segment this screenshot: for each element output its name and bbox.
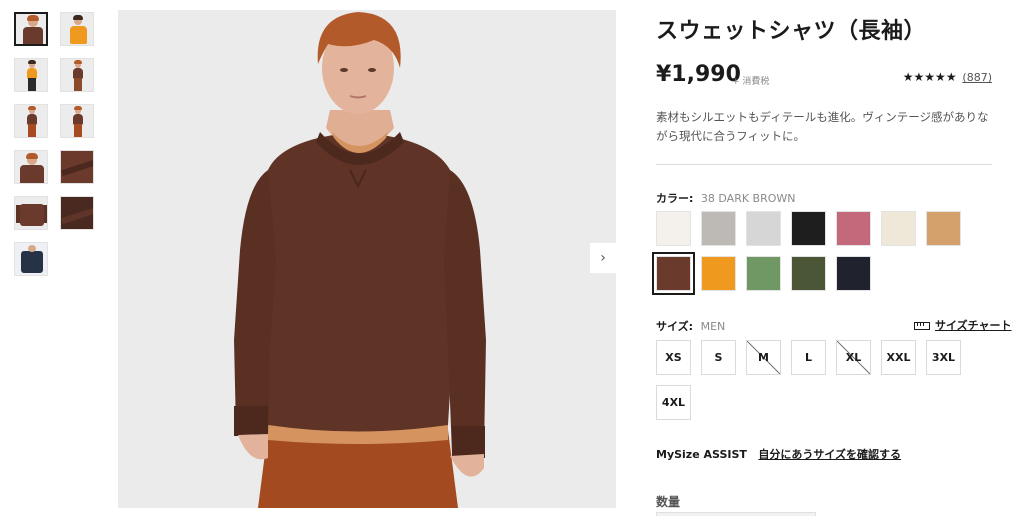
thumbnail-brown-full[interactable] — [60, 58, 94, 92]
size-option-4xl[interactable]: 4XL — [656, 385, 691, 420]
thumbnail-brown-back[interactable] — [60, 104, 94, 138]
size-chart-link[interactable]: サイズチャート — [914, 317, 1012, 333]
size-option-s[interactable]: S — [701, 340, 736, 375]
review-count-link[interactable]: (887) — [962, 71, 992, 84]
size-option-xl[interactable]: XL — [836, 340, 871, 375]
size-label: サイズ: MEN — [656, 318, 725, 334]
thumbnail-flat-lay[interactable] — [14, 196, 48, 230]
divider — [656, 164, 992, 165]
size-category: MEN — [700, 320, 726, 333]
size-option-3xl[interactable]: 3XL — [926, 340, 961, 375]
size-option-xs[interactable]: XS — [656, 340, 691, 375]
color-label: カラー: 38 DARK BROWN — [656, 190, 796, 206]
size-option-m[interactable]: M — [746, 340, 781, 375]
next-image-button[interactable]: › — [590, 243, 616, 273]
size-label-key: サイズ: — [656, 320, 694, 333]
selected-color-value: 38 DARK BROWN — [700, 192, 796, 205]
mysize-assist: MySize ASSIST 自分にあうサイズを確認する — [656, 446, 901, 462]
size-option-l[interactable]: L — [791, 340, 826, 375]
color-swatch-light-gray[interactable] — [746, 211, 781, 246]
size-option-xxl[interactable]: XXL — [881, 340, 916, 375]
product-description: 素材もシルエットもディテールも進化。ヴィンテージ感がありながら現代に合うフィット… — [656, 110, 989, 143]
rating-stars-icon: ★★★★★ — [902, 70, 957, 84]
color-swatch-black[interactable] — [791, 211, 826, 246]
thumbnail-brown-closeup[interactable] — [14, 150, 48, 184]
color-swatch-olive[interactable] — [791, 256, 826, 291]
quantity-selector[interactable] — [656, 512, 816, 516]
chevron-right-icon: › — [600, 250, 606, 266]
color-label-key: カラー: — [656, 192, 694, 205]
color-swatch-off-white[interactable] — [656, 211, 691, 246]
color-swatch-dark-brown[interactable] — [652, 252, 695, 295]
color-swatch-navy[interactable] — [836, 256, 871, 291]
color-swatch-green[interactable] — [746, 256, 781, 291]
product-rating[interactable]: ★★★★★ (887) — [892, 70, 992, 84]
thumbnail-brown-side[interactable] — [14, 104, 48, 138]
color-swatch-pink[interactable] — [836, 211, 871, 246]
color-swatch-camel[interactable] — [926, 211, 961, 246]
thumbnail-orange-full[interactable] — [14, 58, 48, 92]
color-swatch-orange[interactable] — [701, 256, 736, 291]
color-swatch-heather-gray[interactable] — [701, 211, 736, 246]
product-title: スウェットシャツ（長袖） — [656, 19, 927, 44]
thumbnail-fabric-detail[interactable] — [60, 196, 94, 230]
model-wearing-sweatshirt-illustration — [118, 10, 616, 508]
product-price: ¥1,990 — [656, 62, 741, 87]
mysize-check-link[interactable]: 自分にあうサイズを確認する — [758, 448, 901, 461]
ruler-icon — [914, 322, 930, 330]
main-product-image — [118, 10, 616, 508]
thumbnail-orange-model[interactable] — [60, 12, 94, 46]
thumbnail-sleeve-detail[interactable] — [60, 150, 94, 184]
size-chart-label: サイズチャート — [935, 319, 1012, 332]
thumbnail-front-brown[interactable] — [14, 12, 48, 46]
color-swatch-natural[interactable] — [881, 211, 916, 246]
tax-note: + 消費税 — [732, 77, 770, 87]
mysize-label: MySize ASSIST — [656, 448, 747, 461]
thumbnail-navy-model[interactable] — [14, 242, 48, 276]
quantity-label: 数量 — [656, 495, 681, 509]
